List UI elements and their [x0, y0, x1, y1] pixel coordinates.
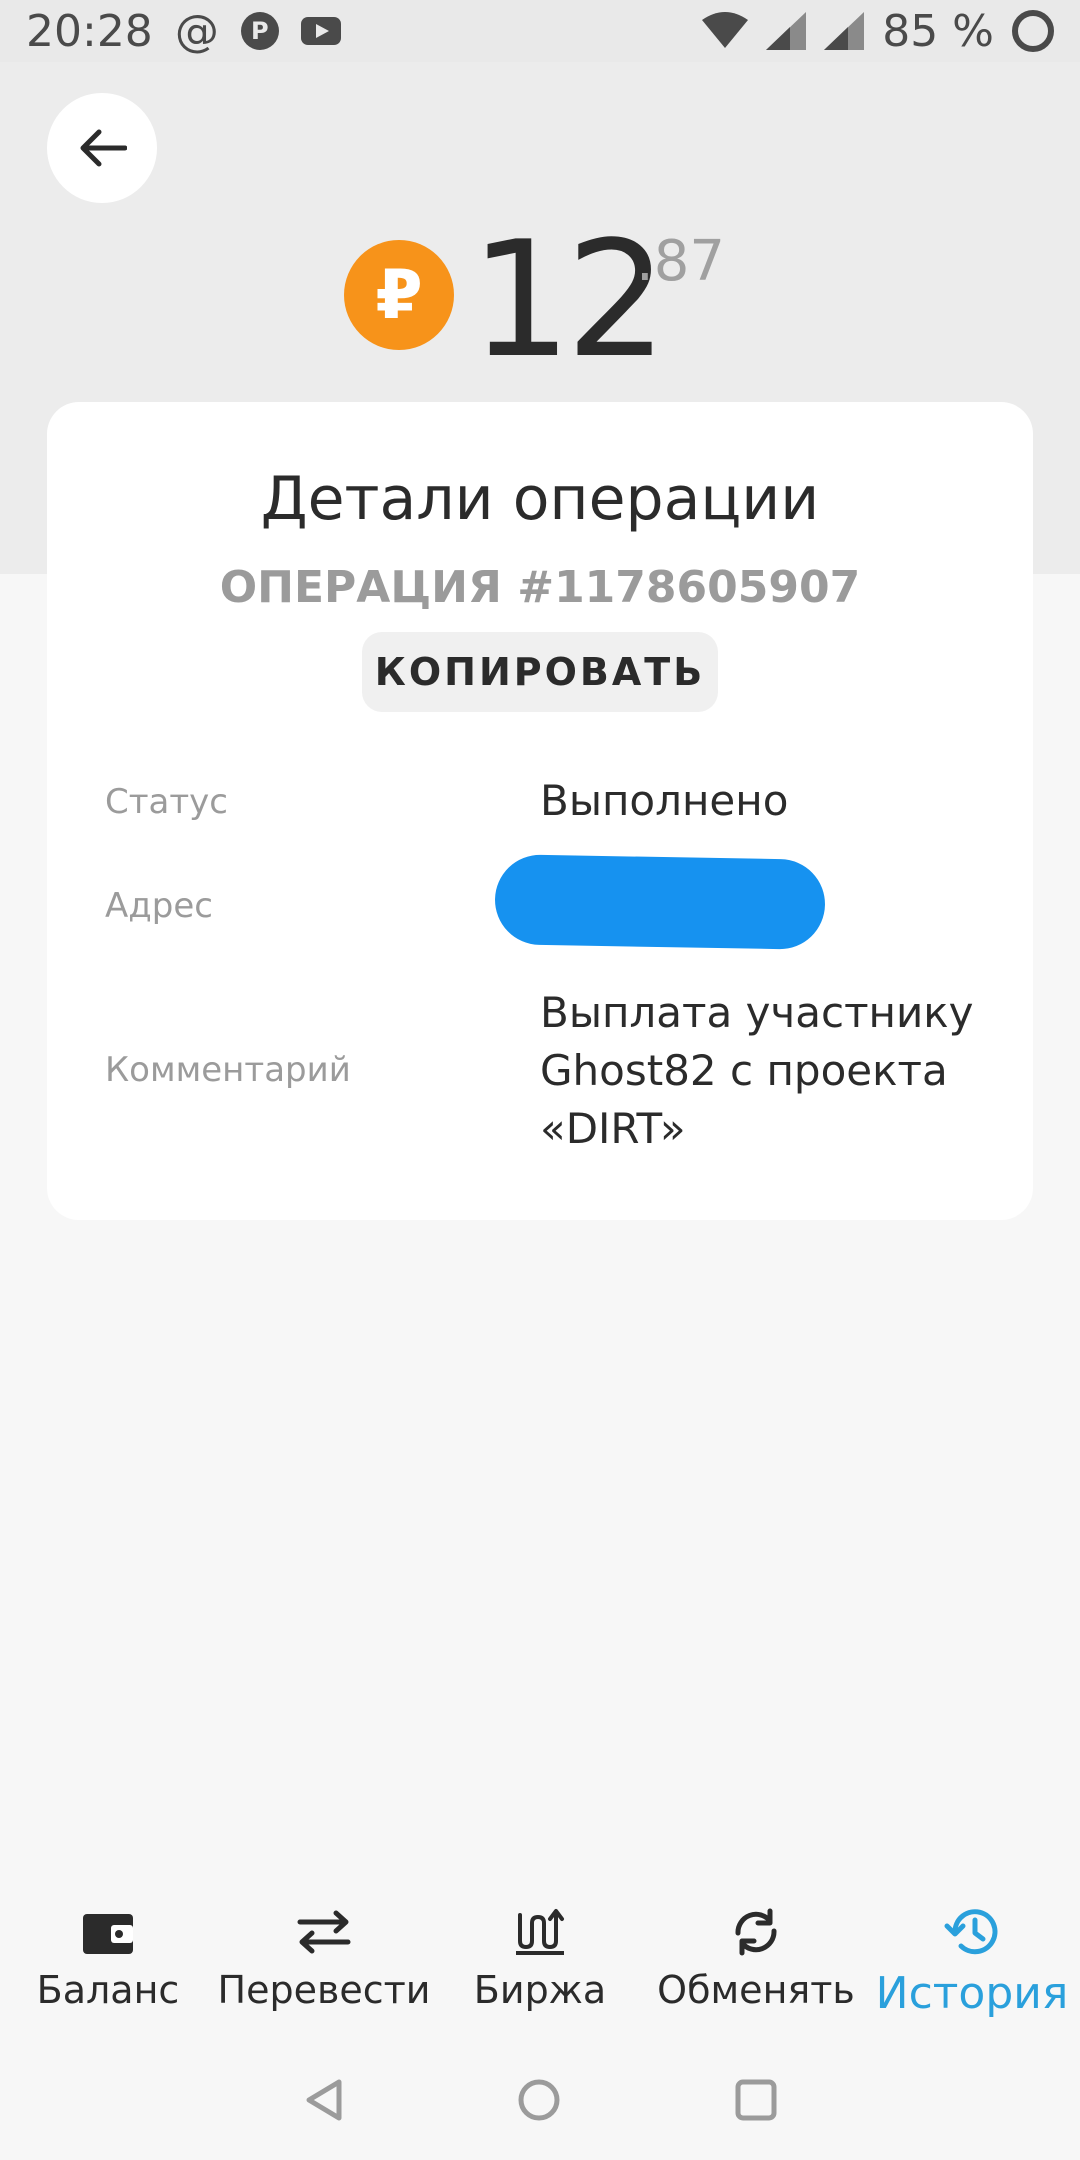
operation-details-card: Детали операции ОПЕРАЦИЯ #1178605907 КОП…: [47, 402, 1033, 1220]
nav-item-exchange[interactable]: Биржа: [432, 1900, 648, 2030]
address-redaction: [494, 854, 826, 950]
ruble-coin-icon: ₽: [344, 240, 454, 350]
status-bar: 20:28 @ P 85 %: [0, 0, 1080, 62]
nav-label-balance: Баланс: [36, 1968, 180, 2012]
nav-label-history: История: [875, 1968, 1069, 2019]
nav-item-balance[interactable]: Баланс: [0, 1900, 216, 2030]
balance-integer: 12: [470, 206, 668, 393]
address-label: Адрес: [105, 886, 213, 926]
copy-button[interactable]: КОПИРОВАТЬ: [362, 632, 718, 712]
balance-display: ₽ 12 .87: [0, 220, 1080, 380]
balance-fraction: .87: [636, 229, 726, 294]
youtube-icon: [300, 17, 341, 45]
at-icon: @: [174, 5, 219, 57]
battery-percent: 85 %: [882, 5, 994, 57]
nav-label-transfer: Перевести: [217, 1968, 431, 2012]
status-value: Выполнено: [540, 776, 789, 825]
history-clock-icon: [940, 1900, 1004, 1964]
p-badge-icon: P: [240, 12, 279, 50]
wifi-icon: [702, 12, 749, 48]
transfer-arrows-icon: [292, 1900, 356, 1964]
nav-label-exchange: Биржа: [473, 1968, 607, 2012]
nav-item-transfer[interactable]: Перевести: [216, 1900, 432, 2030]
arrow-left-icon: [80, 129, 127, 167]
back-button[interactable]: [47, 93, 157, 203]
home-circle-icon[interactable]: [515, 2076, 563, 2124]
exchange-chart-icon: [508, 1900, 572, 1964]
card-title: Детали операции: [260, 464, 820, 534]
back-triangle-icon[interactable]: [301, 2076, 345, 2124]
wallet-icon: [76, 1900, 140, 1964]
signal-icon-2: [824, 12, 865, 50]
status-time: 20:28: [26, 5, 153, 57]
system-navigation-bar: [0, 2060, 1080, 2140]
operation-number: ОПЕРАЦИЯ #1178605907: [219, 562, 861, 613]
comment-value: Выплата участнику Ghost82 с проекта «DIR…: [540, 988, 974, 1153]
bottom-navigation: Баланс Перевести Биржа Обменять История: [0, 1900, 1080, 2030]
comment-label: Комментарий: [105, 1050, 351, 1090]
signal-icon: [766, 12, 807, 50]
nav-item-history[interactable]: История: [864, 1900, 1080, 2030]
status-label: Статус: [105, 782, 229, 822]
nav-label-swap: Обменять: [657, 1968, 855, 2012]
swap-cycle-icon: [724, 1900, 788, 1964]
recents-square-icon[interactable]: [733, 2077, 779, 2123]
battery-icon: [1012, 10, 1054, 52]
nav-item-swap[interactable]: Обменять: [648, 1900, 864, 2030]
